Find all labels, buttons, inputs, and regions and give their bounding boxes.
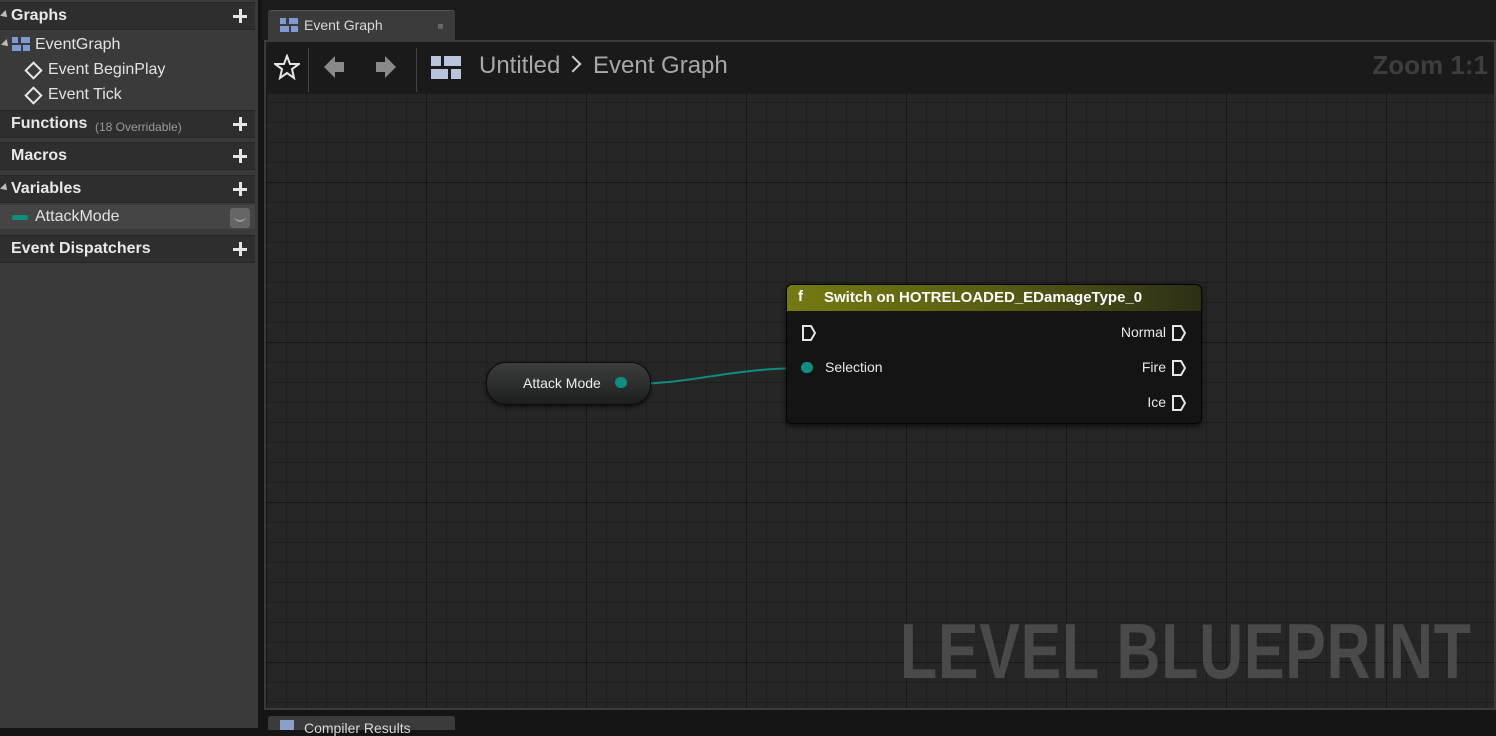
tab-event-graph[interactable]: Event Graph bbox=[268, 10, 455, 40]
compiler-results-icon bbox=[280, 720, 294, 730]
visibility-eye-icon[interactable] bbox=[230, 208, 250, 228]
add-graph-button[interactable] bbox=[231, 7, 249, 25]
favorite-star-icon[interactable] bbox=[274, 54, 300, 80]
variable-item-attackmode[interactable]: AttackMode bbox=[0, 205, 255, 229]
my-blueprint-panel: Graphs EventGraph Event BeginPlay Event … bbox=[0, 0, 258, 728]
tree-item-label: EventGraph bbox=[35, 36, 121, 53]
tree-item-label: Event BeginPlay bbox=[48, 61, 166, 78]
breadcrumb-current[interactable]: Event Graph bbox=[593, 52, 728, 80]
event-diamond-icon bbox=[24, 86, 43, 105]
tree-item-event-tick[interactable]: Event Tick bbox=[0, 83, 255, 107]
data-wire bbox=[627, 367, 809, 385]
zoom-level: Zoom 1:1 bbox=[1372, 50, 1488, 80]
dispatchers-section-header[interactable]: Event Dispatchers bbox=[0, 235, 255, 263]
event-graph-icon bbox=[12, 37, 30, 51]
tab-label: Compiler Results bbox=[304, 720, 411, 736]
ice-pin-label: Ice bbox=[1147, 394, 1166, 410]
variable-type-pill-icon bbox=[12, 215, 28, 220]
expand-arrow-icon[interactable] bbox=[1, 39, 11, 49]
dispatchers-section-label: Event Dispatchers bbox=[11, 240, 151, 257]
event-graph-icon bbox=[280, 18, 298, 32]
variables-section-label: Variables bbox=[11, 180, 82, 197]
fire-pin-label: Fire bbox=[1141, 359, 1166, 375]
add-function-button[interactable] bbox=[231, 115, 249, 133]
exec-input-pin[interactable] bbox=[801, 324, 817, 342]
forward-arrow-icon[interactable] bbox=[374, 54, 398, 80]
selection-input-pin[interactable] bbox=[801, 362, 813, 373]
var-node-label: Attack Mode bbox=[523, 375, 601, 391]
close-tab-icon[interactable] bbox=[438, 24, 443, 29]
breadcrumb-root[interactable]: Untitled bbox=[479, 52, 560, 80]
event-diamond-icon bbox=[24, 61, 43, 80]
expand-arrow-icon[interactable] bbox=[0, 183, 10, 193]
variable-label: AttackMode bbox=[35, 208, 120, 225]
add-macro-button[interactable] bbox=[231, 147, 249, 165]
exec-output-pin-ice[interactable] bbox=[1171, 394, 1187, 412]
attack-mode-get-node[interactable]: Attack Mode bbox=[486, 362, 651, 405]
graphs-section-header[interactable]: Graphs bbox=[0, 2, 255, 30]
overridable-count: (18 Overridable) bbox=[95, 120, 182, 134]
expand-arrow-icon[interactable] bbox=[0, 10, 10, 20]
add-variable-button[interactable] bbox=[231, 180, 249, 198]
functions-section-header[interactable]: Functions (18 Overridable) bbox=[0, 110, 255, 138]
add-dispatcher-button[interactable] bbox=[231, 240, 249, 258]
tree-item-eventgraph[interactable]: EventGraph bbox=[0, 33, 255, 57]
normal-pin-label: Normal bbox=[1120, 324, 1166, 340]
macros-section-header[interactable]: Macros bbox=[0, 142, 255, 170]
macros-section-label: Macros bbox=[11, 147, 68, 164]
variables-section-header[interactable]: Variables bbox=[0, 175, 255, 203]
functions-section-label: Functions bbox=[11, 115, 88, 132]
back-arrow-icon[interactable] bbox=[322, 54, 346, 80]
function-icon: f bbox=[798, 288, 803, 305]
switch-on-enum-node[interactable]: f Switch on HOTRELOADED_EDamageType_0 Se… bbox=[786, 284, 1202, 424]
graphs-section-label: Graphs bbox=[11, 7, 68, 24]
output-data-pin[interactable] bbox=[615, 377, 627, 388]
level-blueprint-watermark: LEVEL BLUEPRINT bbox=[900, 607, 1472, 695]
tab-label: Event Graph bbox=[304, 17, 383, 33]
event-graph-icon bbox=[431, 56, 461, 80]
exec-output-pin-fire[interactable] bbox=[1171, 359, 1187, 377]
exec-output-pin-normal[interactable] bbox=[1171, 324, 1187, 342]
tree-item-event-beginplay[interactable]: Event BeginPlay bbox=[0, 58, 255, 82]
selection-pin-label: Selection bbox=[825, 359, 883, 375]
graph-toolbar bbox=[266, 42, 1494, 94]
node-title: Switch on HOTRELOADED_EDamageType_0 bbox=[824, 289, 1143, 306]
tree-item-label: Event Tick bbox=[48, 86, 122, 103]
